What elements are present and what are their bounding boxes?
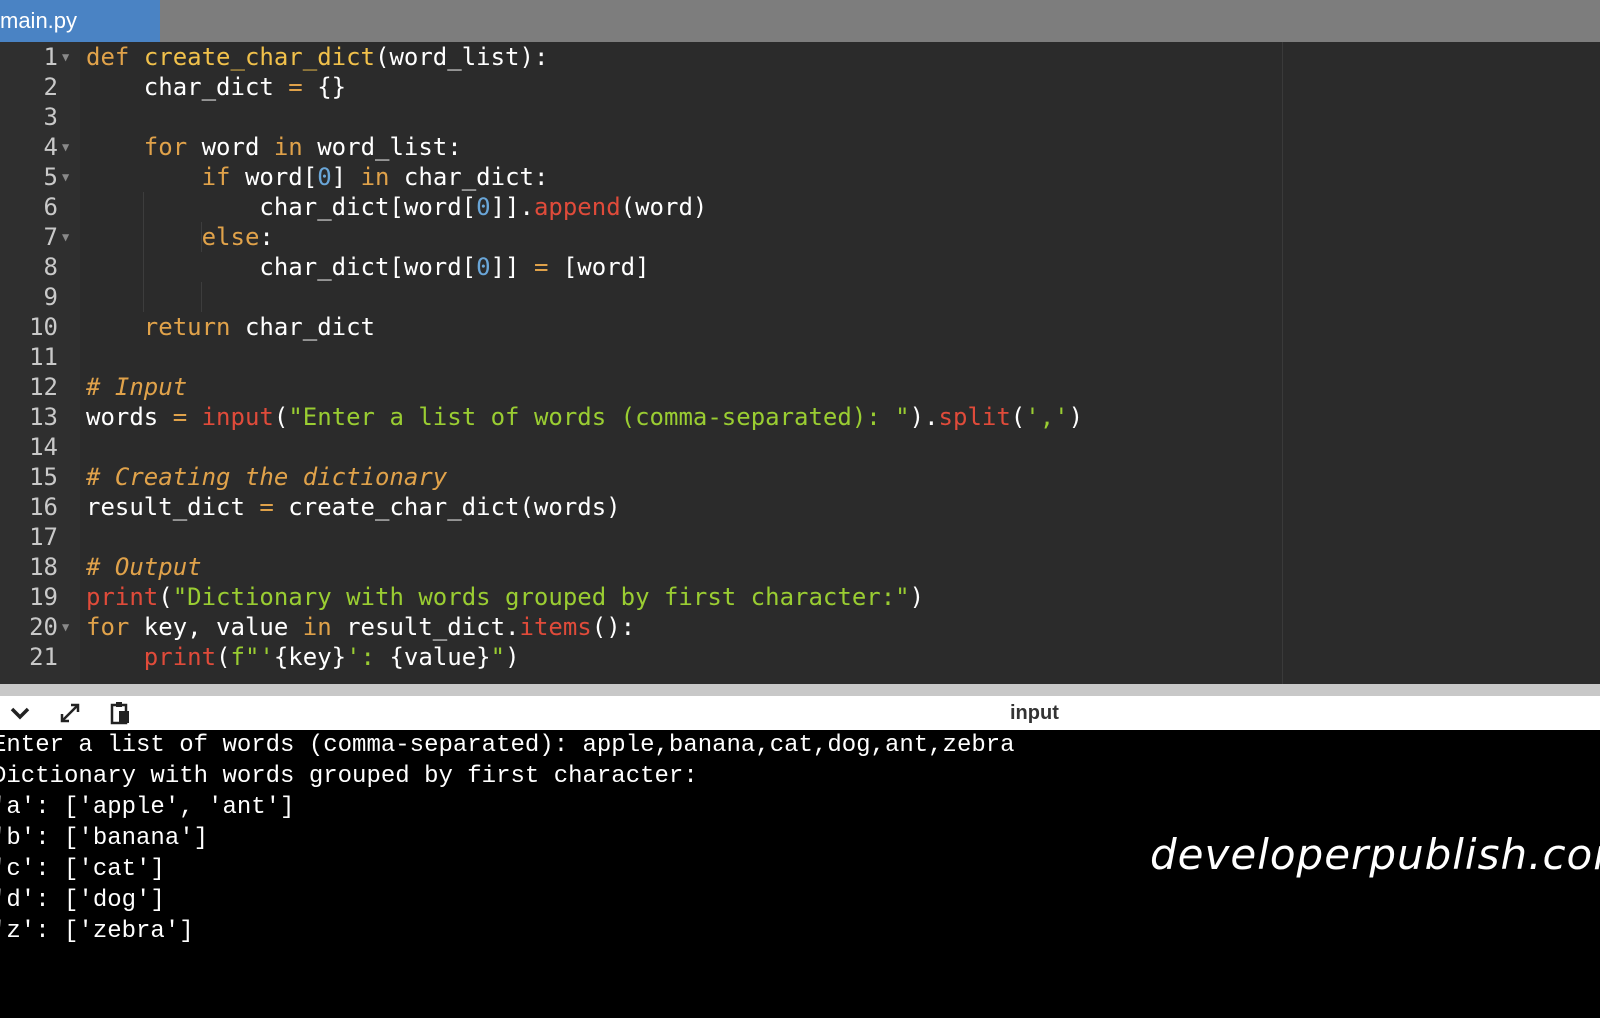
clipboard-icon [110, 702, 129, 725]
line-number: 20 [29, 613, 58, 641]
line-number: 8 [43, 253, 58, 281]
line-number: 19 [29, 583, 58, 611]
code-line[interactable]: 7 ▼ else: [0, 222, 1600, 252]
code-line[interactable]: 9 [0, 282, 1600, 312]
line-number: 2 [43, 73, 58, 101]
code-text: def create_char_dict(word_list): [86, 43, 549, 71]
code-text: if word[0] in char_dict: [201, 163, 549, 191]
collapse-button[interactable] [2, 698, 38, 728]
console-toolbar: input [0, 696, 1600, 730]
code-text: char_dict[word[0]] = [word] [259, 253, 650, 281]
code-text: # Output [86, 553, 202, 581]
line-number: 14 [29, 433, 58, 461]
console-line: 'a': ['apple', 'ant'] [0, 794, 295, 821]
code-line[interactable]: 13 words = input("Enter a list of words (… [0, 402, 1600, 432]
code-line[interactable]: 14 [0, 432, 1600, 462]
console-line: 'd': ['dog'] [0, 887, 165, 914]
code-line[interactable]: 20 ▼ for key, value in result_dict.items()… [0, 612, 1600, 642]
code-line[interactable]: 12 # Input [0, 372, 1600, 402]
line-number: 16 [29, 493, 58, 521]
code-line[interactable]: 4 ▼ for word in word_list: [0, 132, 1600, 162]
code-line[interactable]: 2 char_dict = {} [0, 72, 1600, 102]
code-line[interactable]: 21 print(f"'{key}': {value}") [0, 642, 1600, 672]
code-text: for word in word_list: [143, 133, 462, 161]
fold-arrow-icon[interactable]: ▼ [62, 162, 69, 192]
code-line[interactable]: 15 # Creating the dictionary [0, 462, 1600, 492]
code-text: char_dict = {} [86, 73, 347, 101]
tab-main-py[interactable]: main.py [0, 0, 160, 42]
line-number: 12 [29, 373, 58, 401]
expand-icon [60, 703, 80, 723]
code-line[interactable]: 3 [0, 102, 1600, 132]
line-number: 7 [43, 223, 58, 251]
console-title: input [1010, 702, 1059, 724]
fold-arrow-icon[interactable]: ▼ [62, 42, 69, 72]
code-text: for key, value in result_dict.items(): [86, 613, 636, 641]
line-number: 6 [43, 193, 58, 221]
fold-arrow-icon[interactable]: ▼ [62, 612, 69, 642]
expand-button[interactable] [52, 698, 88, 728]
line-number: 15 [29, 463, 58, 491]
code-line[interactable]: 5 ▼ if word[0] in char_dict: [0, 162, 1600, 192]
code-line[interactable]: 17 [0, 522, 1600, 552]
code-editor[interactable]: 1 ▼ def create_char_dict(word_list): 2 char… [0, 42, 1600, 684]
line-number: 21 [29, 643, 58, 671]
code-line[interactable]: 19 print("Dictionary with words grouped b… [0, 582, 1600, 612]
watermark: developerpublish.com [1150, 830, 1600, 879]
line-number: 18 [29, 553, 58, 581]
code-text: return char_dict [143, 313, 375, 341]
line-number: 10 [29, 313, 58, 341]
chevron-down-icon [10, 707, 30, 720]
code-line[interactable]: 8 char_dict[word[0]] = [word] [0, 252, 1600, 282]
line-number: 11 [29, 343, 58, 371]
console-line: Enter a list of words (comma-separated):… [0, 732, 1015, 759]
code-text: print("Dictionary with words grouped by … [86, 583, 925, 611]
code-text: # Input [86, 373, 188, 401]
line-number: 9 [43, 283, 58, 311]
copy-button[interactable] [102, 698, 138, 728]
code-line[interactable]: 1 ▼ def create_char_dict(word_list): [0, 42, 1600, 72]
line-number: 13 [29, 403, 58, 431]
line-number: 1 [43, 43, 58, 71]
console-line: Dictionary with words grouped by first c… [0, 763, 698, 790]
line-number: 5 [43, 163, 58, 191]
code-text: else: [201, 223, 274, 251]
code-text: print(f"'{key}': {value}") [143, 643, 520, 671]
code-line[interactable]: 16 result_dict = create_char_dict(words) [0, 492, 1600, 522]
tab-bar: main.py [0, 0, 1600, 42]
console-output[interactable]: Enter a list of words (comma-separated):… [0, 730, 1600, 1018]
code-text: words = input("Enter a list of words (co… [86, 403, 1084, 431]
code-line[interactable]: 11 [0, 342, 1600, 372]
fold-arrow-icon[interactable]: ▼ [62, 222, 69, 252]
console-line: 'b': ['banana'] [0, 825, 209, 852]
line-number: 3 [43, 103, 58, 131]
pane-divider[interactable] [0, 684, 1600, 696]
code-line[interactable]: 10 return char_dict [0, 312, 1600, 342]
code-text: char_dict[word[0]].append(word) [259, 193, 708, 221]
code-line[interactable]: 18 # Output [0, 552, 1600, 582]
line-number: 4 [43, 133, 58, 161]
fold-arrow-icon[interactable]: ▼ [62, 132, 69, 162]
console-line: 'z': ['zebra'] [0, 918, 194, 945]
code-line[interactable]: 6 char_dict[word[0]].append(word) [0, 192, 1600, 222]
console-line: 'c': ['cat'] [0, 856, 165, 883]
code-text: # Creating the dictionary [86, 463, 448, 491]
line-number: 17 [29, 523, 58, 551]
code-text: result_dict = create_char_dict(words) [86, 493, 621, 521]
